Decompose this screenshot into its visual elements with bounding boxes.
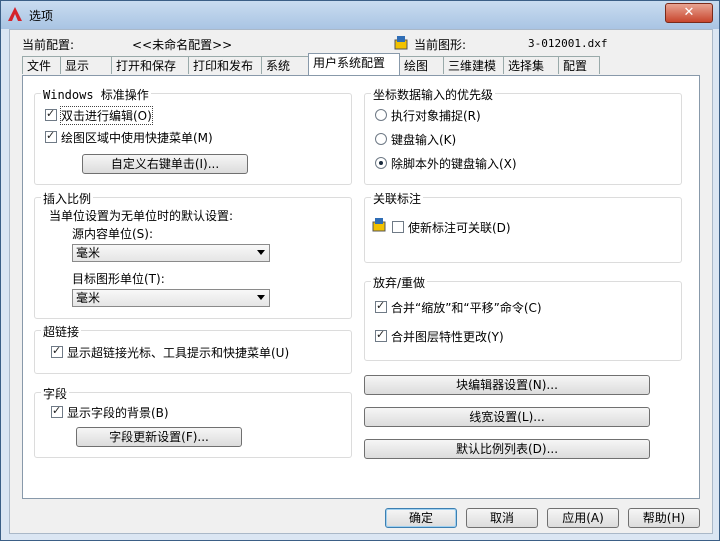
tab-open-save[interactable]: 打开和保存 [111,56,189,74]
apply-button[interactable]: 应用(A) [547,508,619,528]
combine-layer-changes-label: 合并图层特性更改(Y) [391,330,504,344]
chevron-down-icon [257,250,265,255]
field-background-label: 显示字段的背景(B) [67,406,169,420]
associative-dimension-checkbox[interactable] [392,221,404,233]
hyperlink-group: 超链接 显示超链接光标、工具提示和快捷菜单(U) [34,323,352,374]
radio-object-snap-label: 执行对象捕捉(R) [391,109,481,123]
combine-zoom-pan-checkbox[interactable] [375,299,387,313]
tab-user-preferences[interactable]: 用户系统配置 [308,53,400,75]
ok-button[interactable]: 确定 [385,508,457,528]
radio-keyboard-entry-label: 键盘输入(K) [391,133,457,147]
radio-keyboard-entry[interactable] [375,133,387,145]
insertion-scale-group: 插入比例 当单位设置为无单位时的默认设置: 源内容单位(S): 毫米 目标图形单… [34,190,352,319]
tab-3d-modeling[interactable]: 三维建模 [443,56,504,74]
block-editor-settings-button[interactable]: 块编辑器设置(N)... [364,375,650,395]
drawing-value: 3-012001.dxf [528,37,608,50]
target-units-value: 毫米 [76,291,101,305]
coordinate-priority-group: 坐标数据输入的优先级 执行对象捕捉(R) 键盘输入(K) 除脚本外的键盘输入(X… [364,86,682,185]
user-preferences-panel: Windows 标准操作 双击进行编辑(O) 绘图区域中使用快捷菜单(M) 自定… [22,75,700,499]
close-button[interactable]: ✕ [665,3,713,23]
dimension-icon [372,218,386,232]
windows-behavior-group: Windows 标准操作 双击进行编辑(O) 绘图区域中使用快捷菜单(M) 自定… [34,86,352,185]
double-click-edit-label: 双击进行编辑(O) [60,106,153,125]
associative-dimension-label: 使新标注可关联(D) [408,221,511,235]
tab-files[interactable]: 文件 [22,56,61,74]
combine-zoom-pan-label: 合并“缩放”和“平移”命令(C) [391,301,542,315]
hyperlink-checkbox[interactable] [51,344,63,358]
tab-plot-publish[interactable]: 打印和发布 [188,56,262,74]
default-scale-list-button[interactable]: 默认比例列表(D)... [364,439,650,459]
help-button[interactable]: 帮助(H) [628,508,700,528]
tab-drafting[interactable]: 绘图 [399,56,444,74]
shortcut-menu-checkbox[interactable] [45,129,57,143]
unitless-default-label: 当单位设置为无单位时的默认设置: [49,209,234,223]
target-units-select[interactable]: 毫米 [72,289,270,307]
associative-dimension-group: 关联标注 使新标注可关联(D) [364,190,682,263]
source-units-label: 源内容单位(S): [72,227,154,241]
dialog-body: 当前配置: <<未命名配置>> 当前图形: 3-012001.dxf 文件 显示… [9,29,713,534]
chevron-down-icon [257,295,265,300]
field-update-settings-button[interactable]: 字段更新设置(F)... [76,427,242,447]
shortcut-menu-label: 绘图区域中使用快捷菜单(M) [61,131,213,145]
group-title: 插入比例 [41,190,94,207]
tab-profiles[interactable]: 配置 [558,56,600,74]
cancel-button[interactable]: 取消 [466,508,538,528]
group-title: Windows 标准操作 [41,86,151,103]
group-title: 坐标数据输入的优先级 [371,86,496,103]
drawing-label: 当前图形: [414,38,467,52]
group-title: 超链接 [41,323,82,340]
radio-keyboard-except-scripts-label: 除脚本外的键盘输入(X) [391,157,517,171]
combine-layer-changes-checkbox[interactable] [375,328,387,342]
target-units-label: 目标图形单位(T): [72,272,165,286]
customize-right-click-button[interactable]: 自定义右键单击(I)... [82,154,248,174]
field-background-checkbox[interactable] [51,404,63,418]
autocad-logo-icon [8,7,22,21]
profile-value: <<未命名配置>> [132,38,233,52]
tab-system[interactable]: 系统 [261,56,311,74]
double-click-edit-checkbox[interactable] [45,107,57,121]
window-title: 选项 [29,9,54,23]
drawing-file-icon [394,36,408,50]
radio-keyboard-except-scripts[interactable] [375,157,387,169]
group-title: 放弃/重做 [371,274,428,291]
undo-redo-group: 放弃/重做 合并“缩放”和“平移”命令(C) 合并图层特性更改(Y) [364,274,682,361]
profile-label: 当前配置: [22,38,75,52]
source-units-value: 毫米 [76,246,101,260]
radio-object-snap[interactable] [375,109,387,121]
group-title: 字段 [41,385,70,402]
group-title: 关联标注 [371,190,424,207]
lineweight-settings-button[interactable]: 线宽设置(L)... [364,407,650,427]
options-dialog: 选项 ✕ 当前配置: <<未命名配置>> 当前图形: 3-012001.dxf … [0,0,720,541]
tab-display[interactable]: 显示 [60,56,112,74]
source-units-select[interactable]: 毫米 [72,244,270,262]
fields-group: 字段 显示字段的背景(B) 字段更新设置(F)... [34,385,352,458]
hyperlink-label: 显示超链接光标、工具提示和快捷菜单(U) [67,346,290,360]
title-bar[interactable]: 选项 ✕ [1,1,719,29]
tab-selection[interactable]: 选择集 [503,56,559,74]
